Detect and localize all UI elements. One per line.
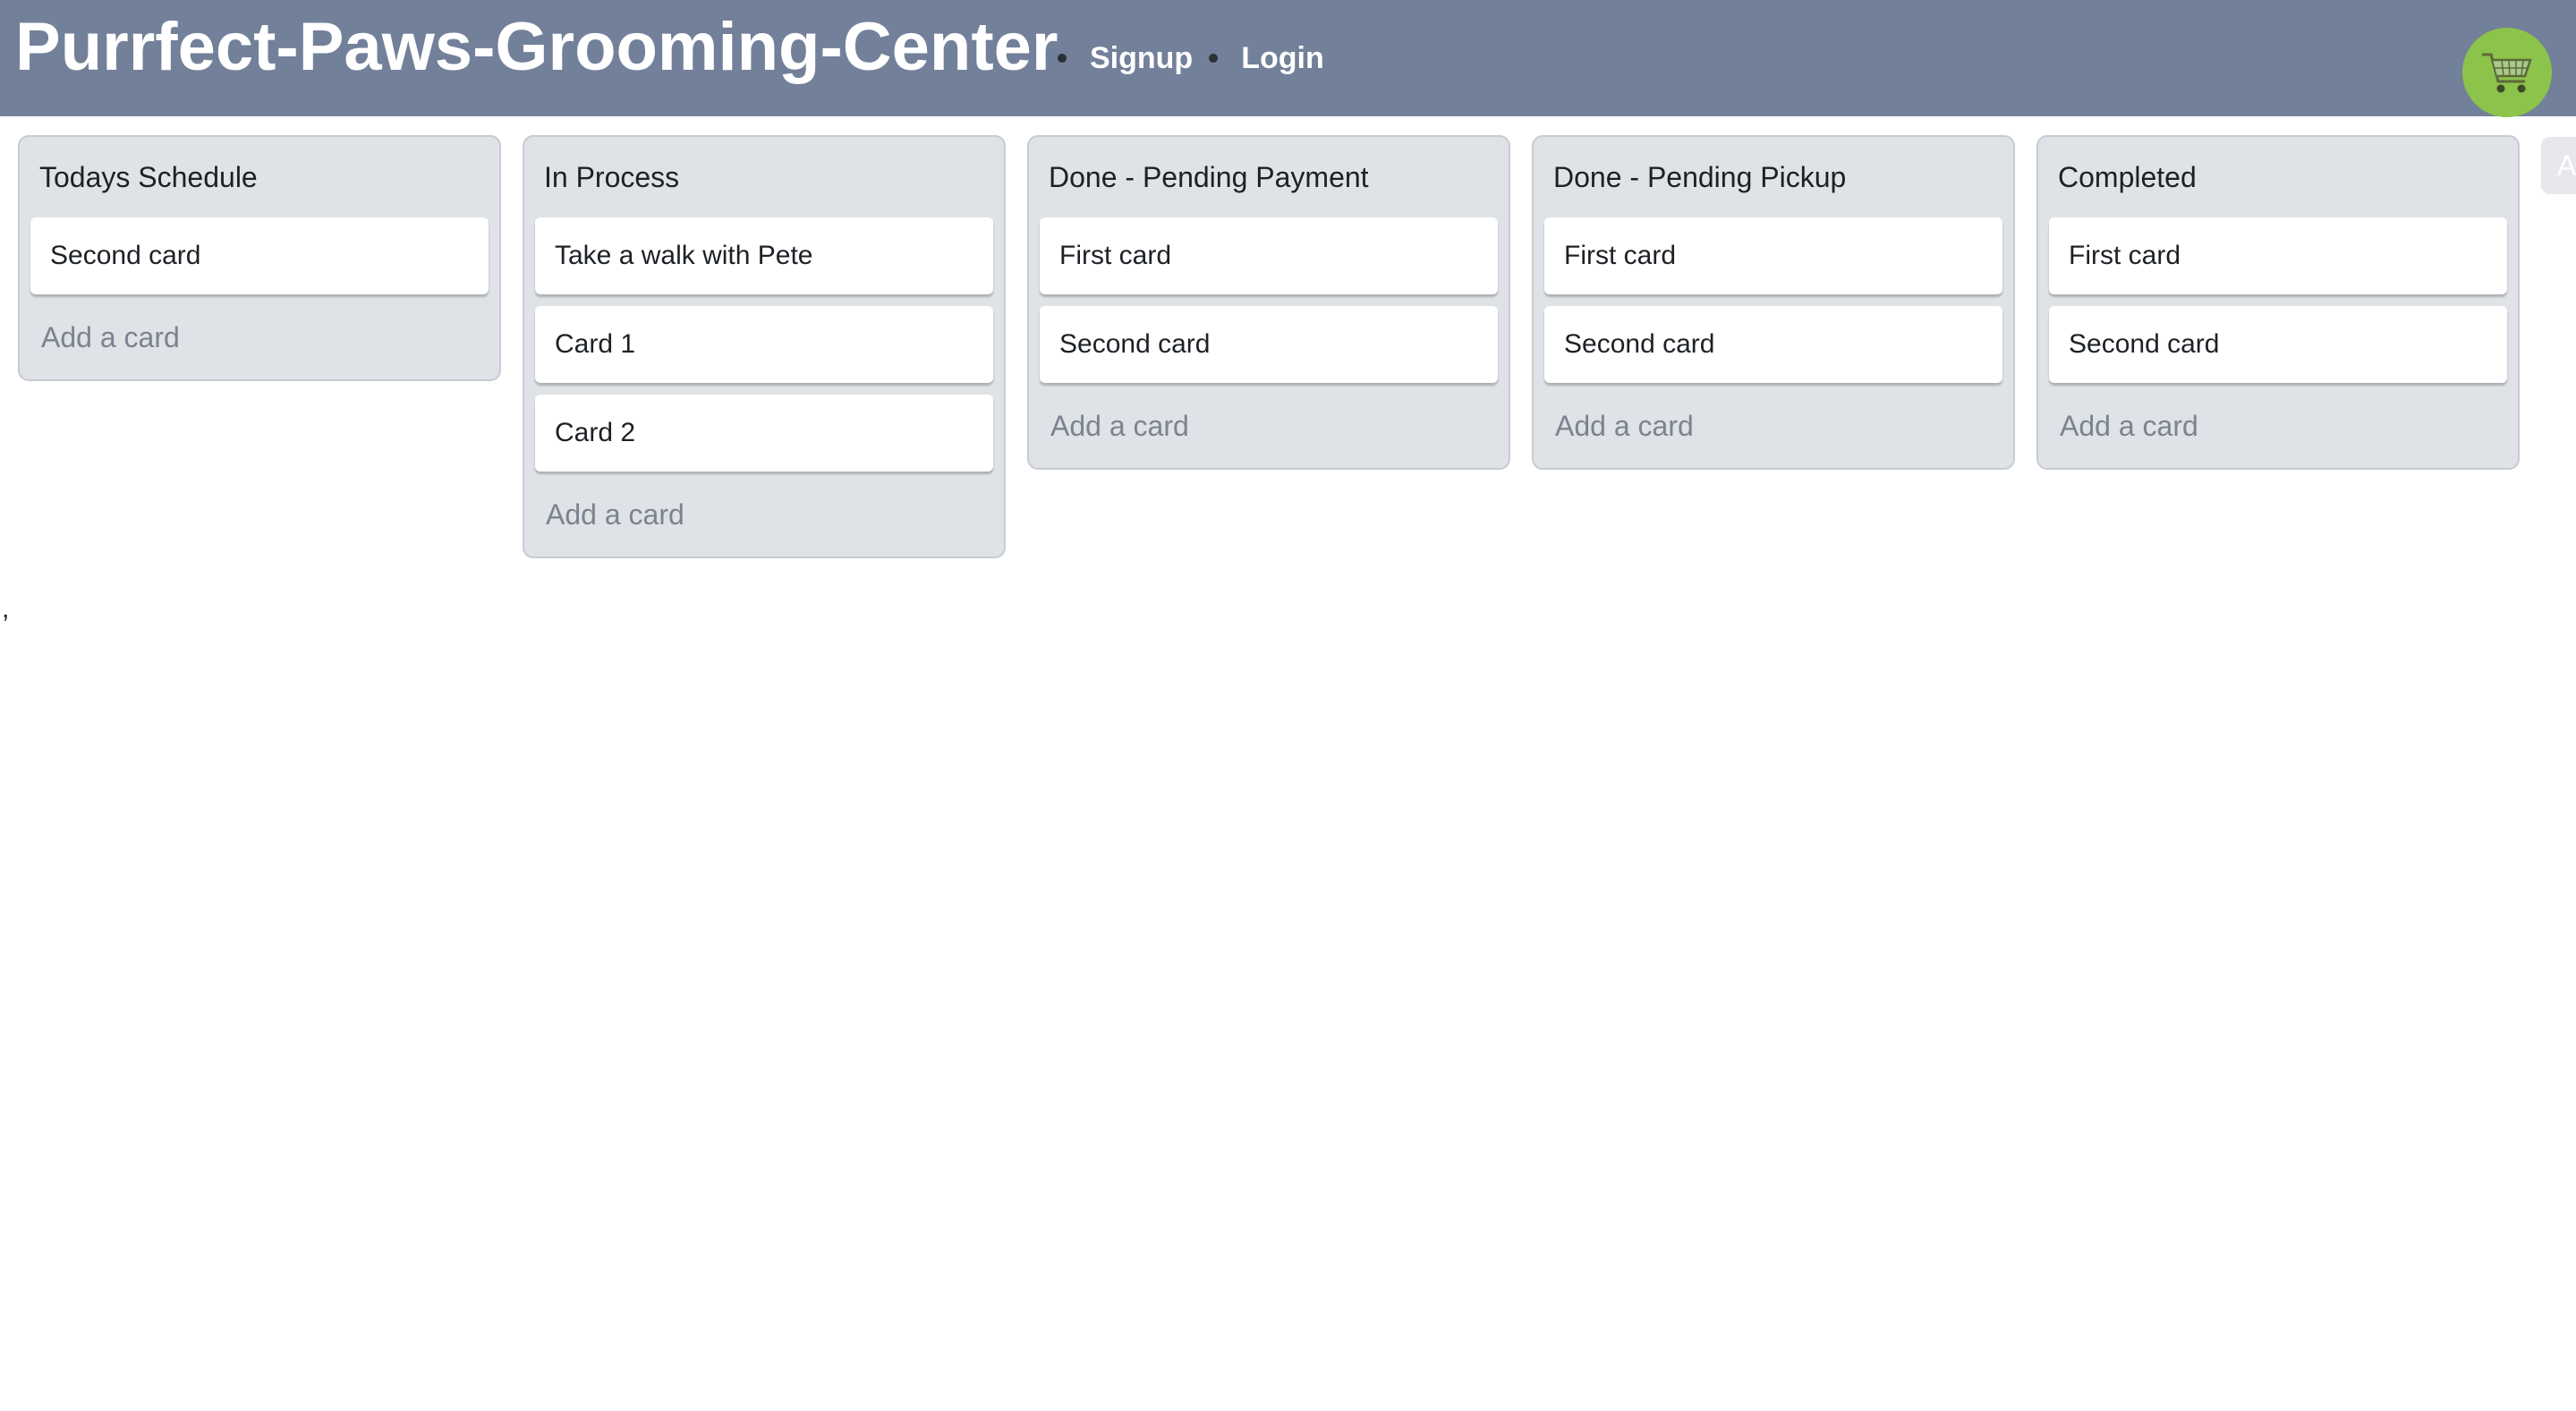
card[interactable]: Take a walk with Pete xyxy=(535,217,993,294)
list-done-pending-pickup: Done - Pending Pickup First card Second … xyxy=(1532,135,2015,470)
card[interactable]: Second card xyxy=(2049,306,2507,383)
add-card-button[interactable]: Add a card xyxy=(2049,395,2507,457)
card[interactable]: First card xyxy=(1544,217,2002,294)
card[interactable]: Second card xyxy=(30,217,489,294)
card[interactable]: First card xyxy=(2049,217,2507,294)
list-todays-schedule: Todays Schedule Second card Add a card xyxy=(18,135,501,381)
nav-menu: Signup Login xyxy=(1058,36,1340,81)
card[interactable]: Second card xyxy=(1544,306,2002,383)
shopping-cart-icon xyxy=(2482,53,2532,93)
list-title: In Process xyxy=(544,161,680,193)
signup-link[interactable]: Signup xyxy=(1090,41,1193,76)
stray-text: , xyxy=(2,594,10,624)
card[interactable]: Card 2 xyxy=(535,395,993,472)
list-done-pending-payment: Done - Pending Payment First card Second… xyxy=(1027,135,1510,470)
add-card-button[interactable]: Add a card xyxy=(1040,395,1498,457)
bullet-icon xyxy=(1209,54,1219,63)
card[interactable]: Card 1 xyxy=(535,306,993,383)
nav-item-login: Login xyxy=(1209,41,1324,76)
add-card-button[interactable]: Add a card xyxy=(535,483,993,546)
list-in-process: In Process Take a walk with Pete Card 1 … xyxy=(523,135,1006,558)
board: Todays Schedule Second card Add a card I… xyxy=(18,135,2541,558)
list-completed: Completed First card Second card Add a c… xyxy=(2036,135,2520,470)
add-list-button[interactable]: A xyxy=(2541,137,2576,194)
list-title: Done - Pending Payment xyxy=(1049,161,1369,193)
header-bar: Purrfect-Paws-Grooming-Center Signup Log… xyxy=(0,0,2576,117)
list-title: Completed xyxy=(2058,161,2197,193)
list-title: Done - Pending Pickup xyxy=(1553,161,1847,193)
add-card-button[interactable]: Add a card xyxy=(30,306,489,369)
card[interactable]: First card xyxy=(1040,217,1498,294)
add-card-button[interactable]: Add a card xyxy=(1544,395,2002,457)
list-title: Todays Schedule xyxy=(39,161,258,193)
site-title: Purrfect-Paws-Grooming-Center xyxy=(15,9,1058,85)
nav-item-signup: Signup xyxy=(1058,41,1193,76)
cart-button[interactable] xyxy=(2462,28,2552,117)
bullet-icon xyxy=(1058,54,1067,63)
card[interactable]: Second card xyxy=(1040,306,1498,383)
login-link[interactable]: Login xyxy=(1241,41,1324,76)
